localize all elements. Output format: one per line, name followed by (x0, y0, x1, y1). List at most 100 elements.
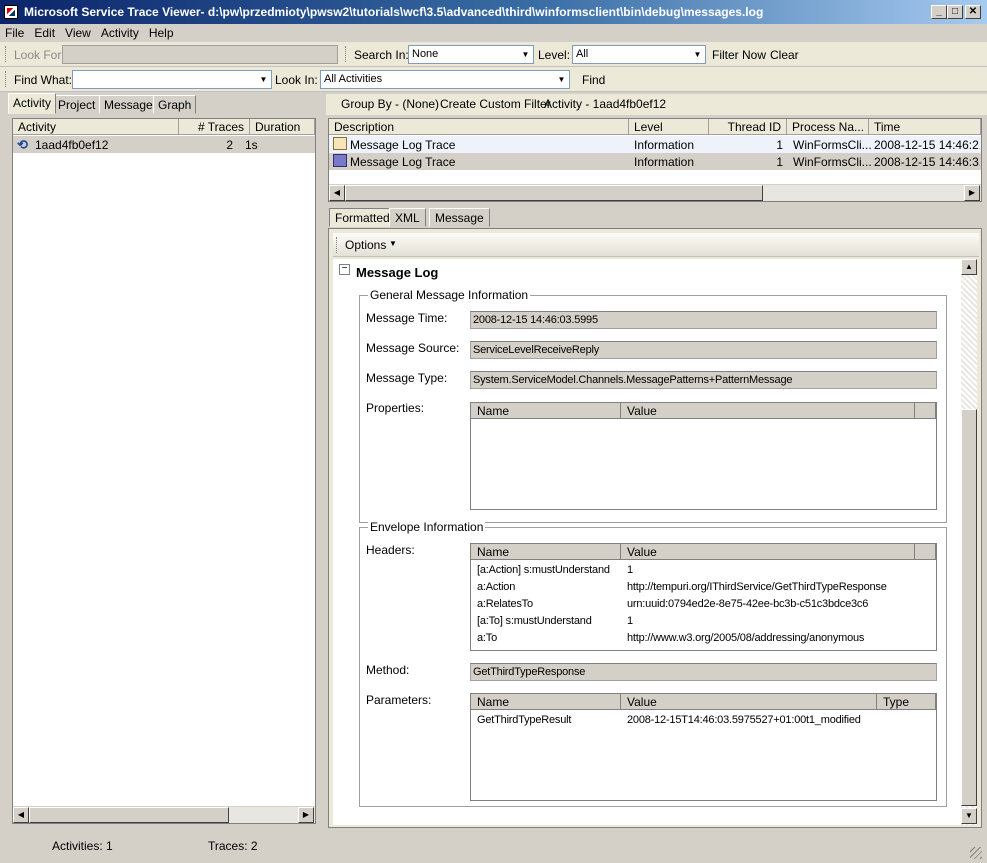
column-header-name[interactable]: Name (471, 544, 621, 560)
column-header-name[interactable]: Name (471, 403, 621, 419)
header-value: 1 (627, 615, 633, 627)
trace-thread-id: 1 (776, 138, 783, 152)
options-button[interactable]: Options (345, 238, 386, 252)
tab-project[interactable]: Project (53, 95, 101, 114)
properties-grid[interactable]: Name Value (470, 402, 937, 510)
table-row[interactable]: Message Log Trace Information 1 WinForms… (329, 136, 981, 153)
menu-edit[interactable]: Edit (29, 24, 60, 40)
method-field[interactable]: GetThirdTypeResponse (470, 663, 937, 681)
chevron-down-icon[interactable]: ▼ (389, 239, 397, 248)
table-row[interactable]: ⟲ 1aad4fb0ef12 2 1s (13, 136, 315, 153)
level-label: Level: (538, 48, 571, 62)
column-header-description[interactable]: Description (329, 119, 629, 135)
tab-activity[interactable]: Activity (8, 93, 57, 114)
look-in-select[interactable]: All Activities ▼ (320, 70, 570, 89)
activity-name: 1aad4fb0ef12 (35, 138, 109, 152)
create-custom-filter-button[interactable]: Create Custom Filter (440, 97, 551, 111)
parameters-grid[interactable]: Name Value Type GetThirdTypeResult 2008-… (470, 693, 937, 801)
minimize-button[interactable]: _ (931, 5, 947, 19)
scroll-right-icon[interactable]: ▶ (964, 185, 980, 201)
app-icon[interactable] (4, 5, 18, 19)
tab-graph[interactable]: Graph (153, 95, 197, 114)
activity-list: Activity # Traces Duration ⟲ 1aad4fb0ef1… (12, 118, 316, 824)
toolbar-grip[interactable] (345, 46, 348, 62)
scroll-thumb[interactable] (29, 807, 229, 823)
envelope-info-title: Envelope Information (368, 520, 486, 534)
column-header-thread-id[interactable]: Thread ID (709, 119, 787, 135)
trace-list: Description Level Thread ID Process Na..… (328, 118, 982, 202)
message-type-field[interactable]: System.ServiceModel.Channels.MessagePatt… (470, 371, 937, 389)
scroll-thumb[interactable] (345, 185, 763, 201)
maximize-button[interactable]: □ (947, 5, 963, 19)
message-type-label: Message Type: (366, 371, 448, 385)
find-what-input[interactable]: ▼ (72, 70, 272, 89)
chevron-down-icon[interactable]: ▼ (555, 72, 568, 87)
message-log-icon (333, 154, 347, 167)
scroll-down-icon[interactable]: ▼ (961, 808, 977, 824)
message-source-label: Message Source: (366, 341, 460, 355)
column-header-process-name[interactable]: Process Na... (787, 119, 869, 135)
column-header-level[interactable]: Level (629, 119, 709, 135)
look-for-input[interactable] (62, 45, 338, 64)
chevron-down-icon[interactable]: ▼ (257, 72, 270, 87)
tab-xml[interactable]: XML (389, 208, 426, 227)
table-row[interactable]: Message Log Trace Information 1 WinForms… (329, 153, 981, 170)
menu-activity[interactable]: Activity (96, 24, 144, 40)
trace-time: 2008-12-15 14:46:3... (874, 155, 980, 169)
chevron-down-icon[interactable]: ▼ (691, 47, 704, 62)
column-header-value[interactable]: Value (621, 694, 877, 710)
message-source-field[interactable]: ServiceLevelReceiveReply (470, 341, 937, 359)
menu-view[interactable]: View (60, 24, 96, 40)
header-value: urn:uuid:0794ed2e-8e75-42ee-bc3b-c51c3bd… (627, 598, 869, 610)
formatted-view: Options ▼ − Message Log General Message … (328, 228, 982, 828)
column-header-time[interactable]: Time (869, 119, 981, 135)
scroll-left-icon[interactable]: ◀ (329, 185, 345, 201)
resize-grip-icon[interactable] (970, 847, 982, 859)
trace-thread-id: 1 (776, 155, 783, 169)
method-label: Method: (366, 663, 410, 677)
find-button[interactable]: Find (582, 73, 605, 87)
clear-button[interactable]: Clear (770, 48, 799, 62)
scroll-thumb[interactable] (961, 409, 977, 806)
tab-message-detail[interactable]: Message (429, 208, 490, 227)
level-value: All (576, 48, 589, 60)
horizontal-scrollbar[interactable]: ◀ ▶ (329, 184, 981, 201)
tab-message[interactable]: Message (99, 95, 158, 114)
tab-formatted[interactable]: Formatted (329, 208, 396, 227)
collapse-icon[interactable]: − (339, 264, 350, 275)
column-header-type[interactable]: Type (877, 694, 936, 710)
column-header-value[interactable]: Value (621, 544, 915, 560)
vertical-scrollbar[interactable]: ▲ ▼ (961, 259, 977, 825)
column-header-duration[interactable]: Duration (250, 119, 315, 135)
group-by-button[interactable]: Group By - (None) (341, 97, 439, 111)
column-header-activity[interactable]: Activity (13, 119, 179, 135)
window-title: Microsoft Service Trace Viewer- d:\pw\pr… (24, 5, 764, 19)
message-time-field[interactable]: 2008-12-15 14:46:03.5995 (470, 311, 937, 329)
toolbar-grip[interactable] (336, 237, 339, 253)
toolbar-grip[interactable] (5, 71, 8, 87)
search-in-select[interactable]: None ▼ (408, 45, 534, 64)
toolbar-grip[interactable] (5, 46, 8, 62)
menu-help[interactable]: Help (144, 24, 179, 40)
scroll-up-icon[interactable]: ▲ (961, 259, 977, 275)
horizontal-scrollbar[interactable]: ◀ ▶ (13, 806, 315, 823)
column-header-value[interactable]: Value (621, 403, 915, 419)
look-for-label: Look For (14, 48, 62, 62)
headers-grid[interactable]: Name Value [a:Action] s:mustUnderstand 1… (470, 543, 937, 651)
level-select[interactable]: All ▼ (572, 45, 706, 64)
column-header-name[interactable]: Name (471, 694, 621, 710)
column-header-traces[interactable]: # Traces (179, 119, 250, 135)
chevron-down-icon[interactable]: ▼ (519, 47, 532, 62)
trace-log-icon (333, 137, 347, 150)
scroll-right-icon[interactable]: ▶ (298, 807, 314, 823)
header-name: a:RelatesTo (477, 598, 533, 610)
menu-file[interactable]: File (0, 24, 29, 40)
look-in-value: All Activities (324, 73, 383, 85)
close-button[interactable]: ✕ (965, 5, 981, 19)
properties-label: Properties: (366, 401, 425, 415)
scroll-left-icon[interactable]: ◀ (13, 807, 29, 823)
status-bar: Activities: 1 Traces: 2 (0, 833, 987, 863)
trace-level: Information (634, 138, 695, 152)
header-value: http://tempuri.org/IThirdService/GetThir… (627, 581, 887, 593)
filter-now-button[interactable]: Filter Now (712, 48, 766, 62)
